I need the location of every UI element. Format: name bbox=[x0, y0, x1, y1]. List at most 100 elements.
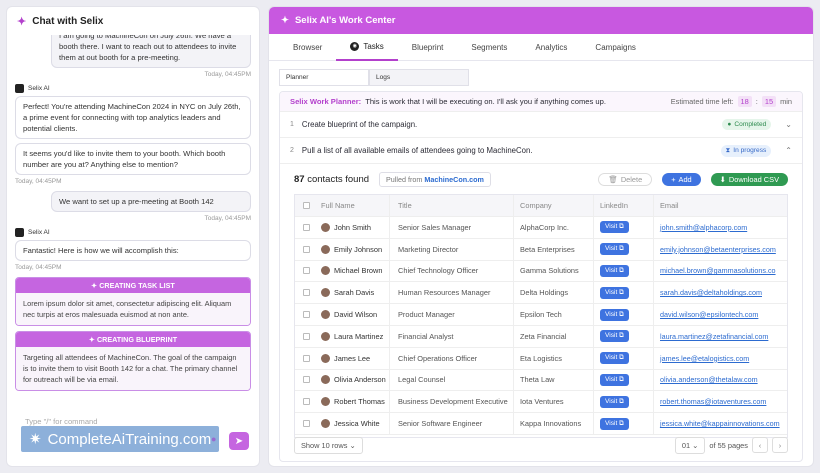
task-step[interactable]: 1 Create blueprint of the campaign. ● Compl… bbox=[280, 112, 802, 138]
linkedin-visit-button[interactable]: Visit ⧉ bbox=[600, 221, 629, 234]
linkedin-visit-button[interactable]: Visit ⧉ bbox=[600, 395, 629, 408]
table-row[interactable]: John Smith Senior Sales Manager AlphaCorp … bbox=[295, 217, 787, 239]
email-cell: jessica.white@kappainnovations.com bbox=[653, 413, 787, 434]
table-row[interactable]: Robert Thomas Business Development Execut… bbox=[295, 391, 787, 414]
planner-text: This is work that I will be executing on… bbox=[365, 97, 606, 106]
ai-sender-name: Selix AI bbox=[28, 229, 50, 236]
row-checkbox[interactable] bbox=[302, 354, 310, 362]
linkedin-cell: Visit ⧉ bbox=[593, 347, 653, 369]
company-cell: Gamma Solutions bbox=[513, 260, 593, 282]
name-cell: Robert Thomas bbox=[317, 397, 389, 407]
row-checkbox[interactable] bbox=[302, 245, 310, 253]
column-header[interactable]: LinkedIn bbox=[593, 195, 653, 216]
external-link-icon: ⧉ bbox=[617, 354, 624, 362]
row-select-cell[interactable] bbox=[295, 420, 317, 428]
tab-blueprint[interactable]: Blueprint bbox=[398, 34, 458, 61]
row-select-cell[interactable] bbox=[295, 245, 317, 253]
linkedin-visit-button[interactable]: Visit ⧉ bbox=[600, 352, 629, 365]
email-link[interactable]: laura.martinez@zetafinancial.com bbox=[660, 332, 768, 341]
next-page-button[interactable]: › bbox=[772, 437, 788, 453]
row-checkbox[interactable] bbox=[302, 267, 310, 275]
row-checkbox[interactable] bbox=[302, 289, 310, 297]
email-link[interactable]: michael.brown@gammasolutions.co bbox=[660, 266, 776, 275]
status-badge: ⧗ In progress bbox=[720, 144, 772, 157]
column-header[interactable]: Title bbox=[389, 195, 513, 216]
tab-browser[interactable]: Browser bbox=[279, 34, 336, 61]
row-select-cell[interactable] bbox=[295, 376, 317, 384]
tab-tasks[interactable]: ◉ Tasks bbox=[336, 34, 398, 61]
count-number: 87 bbox=[294, 173, 305, 185]
contact-name: David Wilson bbox=[334, 310, 378, 320]
download-csv-button[interactable]: ⬇ Download CSV bbox=[710, 172, 788, 186]
microphone-icon[interactable]: ● bbox=[211, 434, 221, 446]
email-link[interactable]: james.lee@etalogistics.com bbox=[660, 354, 749, 363]
email-link[interactable]: jessica.white@kappainnovations.com bbox=[660, 419, 780, 428]
email-link[interactable]: sarah.davis@deltaholdings.com bbox=[660, 288, 762, 297]
table-row[interactable]: David Wilson Product Manager Epsilon Tech V… bbox=[295, 304, 787, 326]
watermark: ✷ CompleteAiTraining.com bbox=[21, 426, 219, 452]
table-row[interactable]: Laura Martinez Financial Analyst Zeta Fina… bbox=[295, 325, 787, 348]
column-header[interactable]: Company bbox=[513, 195, 593, 216]
table-row[interactable]: James Lee Chief Operations Officer Eta Log… bbox=[295, 347, 787, 370]
email-link[interactable]: olivia.anderson@thetalaw.com bbox=[660, 375, 758, 384]
linkedin-visit-button[interactable]: Visit ⧉ bbox=[600, 330, 629, 343]
contact-name: Emily Johnson bbox=[334, 244, 383, 254]
linkedin-visit-button[interactable]: Visit ⧉ bbox=[600, 308, 629, 321]
tab-analytics[interactable]: Analytics bbox=[521, 34, 581, 61]
row-checkbox[interactable] bbox=[302, 332, 310, 340]
email-cell: david.wilson@epsilontech.com bbox=[653, 304, 787, 325]
linkedin-visit-button[interactable]: Visit ⧉ bbox=[600, 373, 629, 386]
column-header-label: LinkedIn bbox=[600, 201, 628, 210]
row-checkbox[interactable] bbox=[302, 311, 310, 319]
table-row[interactable]: Sarah Davis Human Resources Manager Delta … bbox=[295, 282, 787, 305]
column-header[interactable]: Email bbox=[653, 195, 787, 216]
linkedin-visit-button[interactable]: Visit ⧉ bbox=[600, 417, 629, 430]
add-button[interactable]: + Add bbox=[662, 172, 701, 186]
table-row[interactable]: Emily Johnson Marketing Director Beta Ente… bbox=[295, 238, 787, 261]
rows-per-page-select[interactable]: Show 10 rows ⌄ bbox=[294, 436, 363, 454]
column-header[interactable]: Full Name bbox=[317, 201, 389, 210]
row-select-cell[interactable] bbox=[295, 398, 317, 406]
email-link[interactable]: david.wilson@epsilontech.com bbox=[660, 310, 758, 319]
row-select-cell[interactable] bbox=[295, 267, 317, 275]
select-all-cell[interactable] bbox=[295, 202, 317, 209]
linkedin-visit-button[interactable]: Visit ⧉ bbox=[600, 264, 629, 277]
chat-messages[interactable]: I am going to MachineCon on July 26th. W… bbox=[7, 35, 259, 414]
chat-header: ✦ Chat with Selix bbox=[7, 7, 259, 35]
page-select[interactable]: 01 ⌄ bbox=[674, 436, 706, 454]
row-select-cell[interactable] bbox=[295, 289, 317, 297]
table-row[interactable]: Michael Brown Chief Technology Officer Gam… bbox=[295, 260, 787, 283]
send-button[interactable]: ➤ bbox=[229, 432, 249, 450]
linkedin-visit-button[interactable]: Visit ⧉ bbox=[600, 243, 629, 256]
row-checkbox[interactable] bbox=[302, 420, 310, 428]
tab-segments[interactable]: Segments bbox=[457, 34, 521, 61]
table-row[interactable]: Jessica White Senior Software Engineer Kap… bbox=[295, 413, 787, 435]
linkedin-visit-button[interactable]: Visit ⧉ bbox=[600, 286, 629, 299]
subtab-planner[interactable]: Planner bbox=[279, 69, 369, 86]
row-select-cell[interactable] bbox=[295, 311, 317, 319]
prev-page-button[interactable]: ‹ bbox=[752, 437, 768, 453]
watermark-logo-icon: ✷ bbox=[29, 431, 42, 448]
row-checkbox[interactable] bbox=[302, 398, 310, 406]
chevron-icon[interactable]: ⌄ bbox=[785, 120, 792, 129]
email-link[interactable]: john.smith@alphacorp.com bbox=[660, 223, 747, 232]
avatar bbox=[321, 244, 330, 254]
task-step[interactable]: 2 Pull a list of all available emails of … bbox=[280, 138, 802, 164]
delete-button[interactable]: 🗑 Delete bbox=[598, 172, 653, 186]
row-select-cell[interactable] bbox=[295, 223, 317, 231]
chevron-icon[interactable]: ⌃ bbox=[785, 146, 792, 155]
sub-tabs: Planner Logs bbox=[279, 69, 469, 86]
step-text: Pull a list of all available emails of a… bbox=[301, 146, 533, 155]
table-row[interactable]: Olivia Anderson Legal Counsel Theta Law Vis… bbox=[295, 369, 787, 392]
row-select-cell[interactable] bbox=[295, 354, 317, 362]
select-all-checkbox[interactable] bbox=[302, 202, 310, 209]
email-cell: michael.brown@gammasolutions.co bbox=[653, 260, 787, 282]
tab-campaigns[interactable]: Campaigns bbox=[581, 34, 649, 61]
row-checkbox[interactable] bbox=[302, 223, 310, 231]
row-checkbox[interactable] bbox=[302, 376, 310, 384]
pulled-source[interactable]: MachineCon.com bbox=[424, 175, 484, 184]
subtab-logs[interactable]: Logs bbox=[369, 69, 469, 86]
email-link[interactable]: emily.johnson@betaenterprises.com bbox=[660, 245, 776, 254]
row-select-cell[interactable] bbox=[295, 332, 317, 340]
email-link[interactable]: robert.thomas@iotaventures.com bbox=[660, 397, 766, 406]
